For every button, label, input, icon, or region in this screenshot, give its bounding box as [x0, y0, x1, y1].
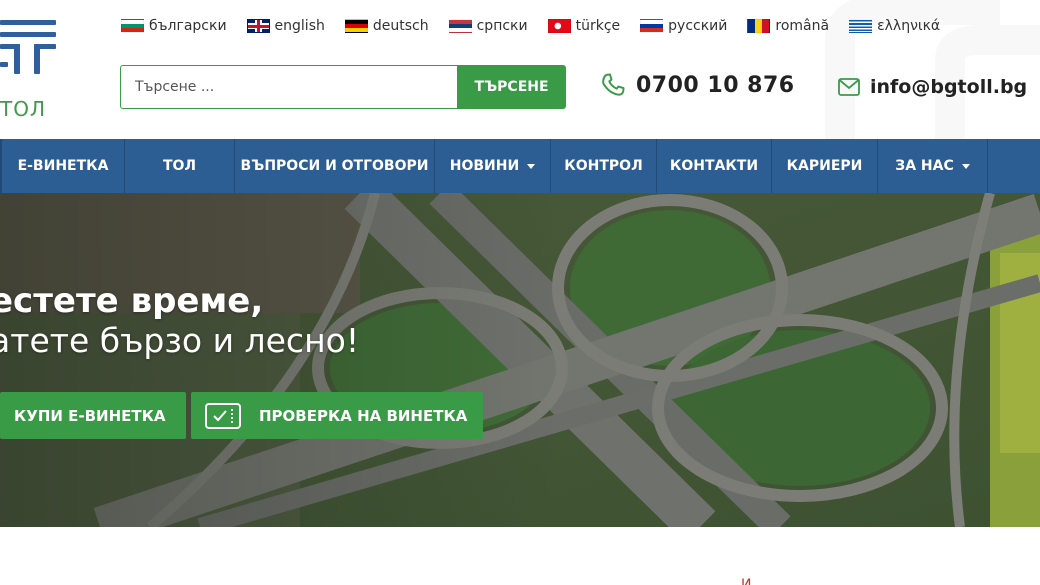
search-button[interactable]: ТЪРСЕНЕ	[457, 65, 566, 109]
hero-banner: естете време, атете бързо и лесно! КУПИ …	[0, 193, 1040, 527]
ro-flag-icon	[747, 19, 771, 33]
language-option[interactable]: türkçe	[547, 18, 621, 34]
rs-flag-icon	[448, 19, 472, 33]
language-label: english	[274, 18, 325, 34]
hero-subheadline: атете бързо и лесно!	[0, 321, 360, 360]
nav-item-faq[interactable]: ВЪПРОСИ И ОТГОВОРИ	[235, 139, 435, 193]
nav-item-careers[interactable]: КАРИЕРИ	[772, 139, 878, 193]
language-option[interactable]: русский	[640, 18, 727, 34]
hero-overlay	[0, 193, 560, 527]
email-address: info@bgtoll.bg	[870, 76, 1028, 98]
language-label: türkçe	[575, 18, 621, 34]
page: ТОЛ български english deutsch српски türkçe р…	[0, 0, 1040, 585]
language-label: ελληνικά	[877, 18, 941, 34]
email-contact[interactable]: info@bgtoll.bg	[838, 76, 1027, 98]
gr-flag-icon	[849, 19, 873, 33]
language-option[interactable]: english	[246, 18, 325, 34]
vignette-check-icon	[205, 402, 241, 429]
phone-icon	[602, 73, 625, 96]
language-label: български	[149, 18, 227, 34]
buy-button-label: КУПИ Е-ВИНЕТКА	[14, 406, 166, 425]
nav-item-e-vignette[interactable]: Е-ВИНЕТКА	[0, 139, 125, 193]
language-label: română	[775, 18, 830, 34]
bg-flag-icon	[121, 19, 144, 33]
search-form: ТЪРСЕНЕ	[120, 65, 566, 109]
phone-number: 0700 10 876	[636, 72, 795, 98]
nav-item-control[interactable]: КОНТРОЛ	[551, 139, 657, 193]
phone-contact[interactable]: 0700 10 876	[600, 72, 795, 98]
nav-item-toll[interactable]: ТОЛ	[125, 139, 235, 193]
de-flag-icon	[344, 19, 368, 33]
main-navigation: Е-ВИНЕТКА ТОЛ ВЪПРОСИ И ОТГОВОРИ НОВИНИ …	[0, 139, 1040, 193]
buy-e-vignette-button[interactable]: КУПИ Е-ВИНЕТКА	[0, 392, 186, 439]
language-label: deutsch	[372, 18, 429, 34]
chevron-down-icon	[527, 163, 536, 169]
search-input[interactable]	[120, 65, 457, 109]
tr-flag-icon	[547, 19, 571, 33]
hero-headline: естете време,	[0, 281, 264, 321]
check-button-label: ПРОВЕРКА НА ВИНЕТКА	[259, 406, 468, 425]
language-selector: български english deutsch српски türkçe русск…	[121, 18, 960, 34]
uk-flag-icon	[246, 19, 270, 33]
envelope-icon	[838, 78, 860, 96]
check-vignette-button[interactable]: ПРОВЕРКА НА ВИНЕТКА	[191, 392, 483, 439]
language-option[interactable]: română	[747, 18, 829, 34]
logo-text: ТОЛ	[0, 97, 46, 121]
nav-item-about[interactable]: ЗА НАС	[878, 139, 988, 193]
section-heading-partial: И	[741, 577, 752, 585]
language-option[interactable]: deutsch	[344, 18, 429, 34]
nav-item-news[interactable]: НОВИНИ	[435, 139, 551, 193]
language-option[interactable]: ελληνικά	[849, 18, 940, 34]
language-label: русский	[668, 18, 728, 34]
ru-flag-icon	[640, 19, 664, 33]
language-label: српски	[476, 18, 528, 34]
chevron-down-icon	[961, 163, 970, 169]
language-option[interactable]: српски	[448, 18, 528, 34]
nav-item-contacts[interactable]: КОНТАКТИ	[657, 139, 772, 193]
language-option[interactable]: български	[121, 18, 227, 34]
